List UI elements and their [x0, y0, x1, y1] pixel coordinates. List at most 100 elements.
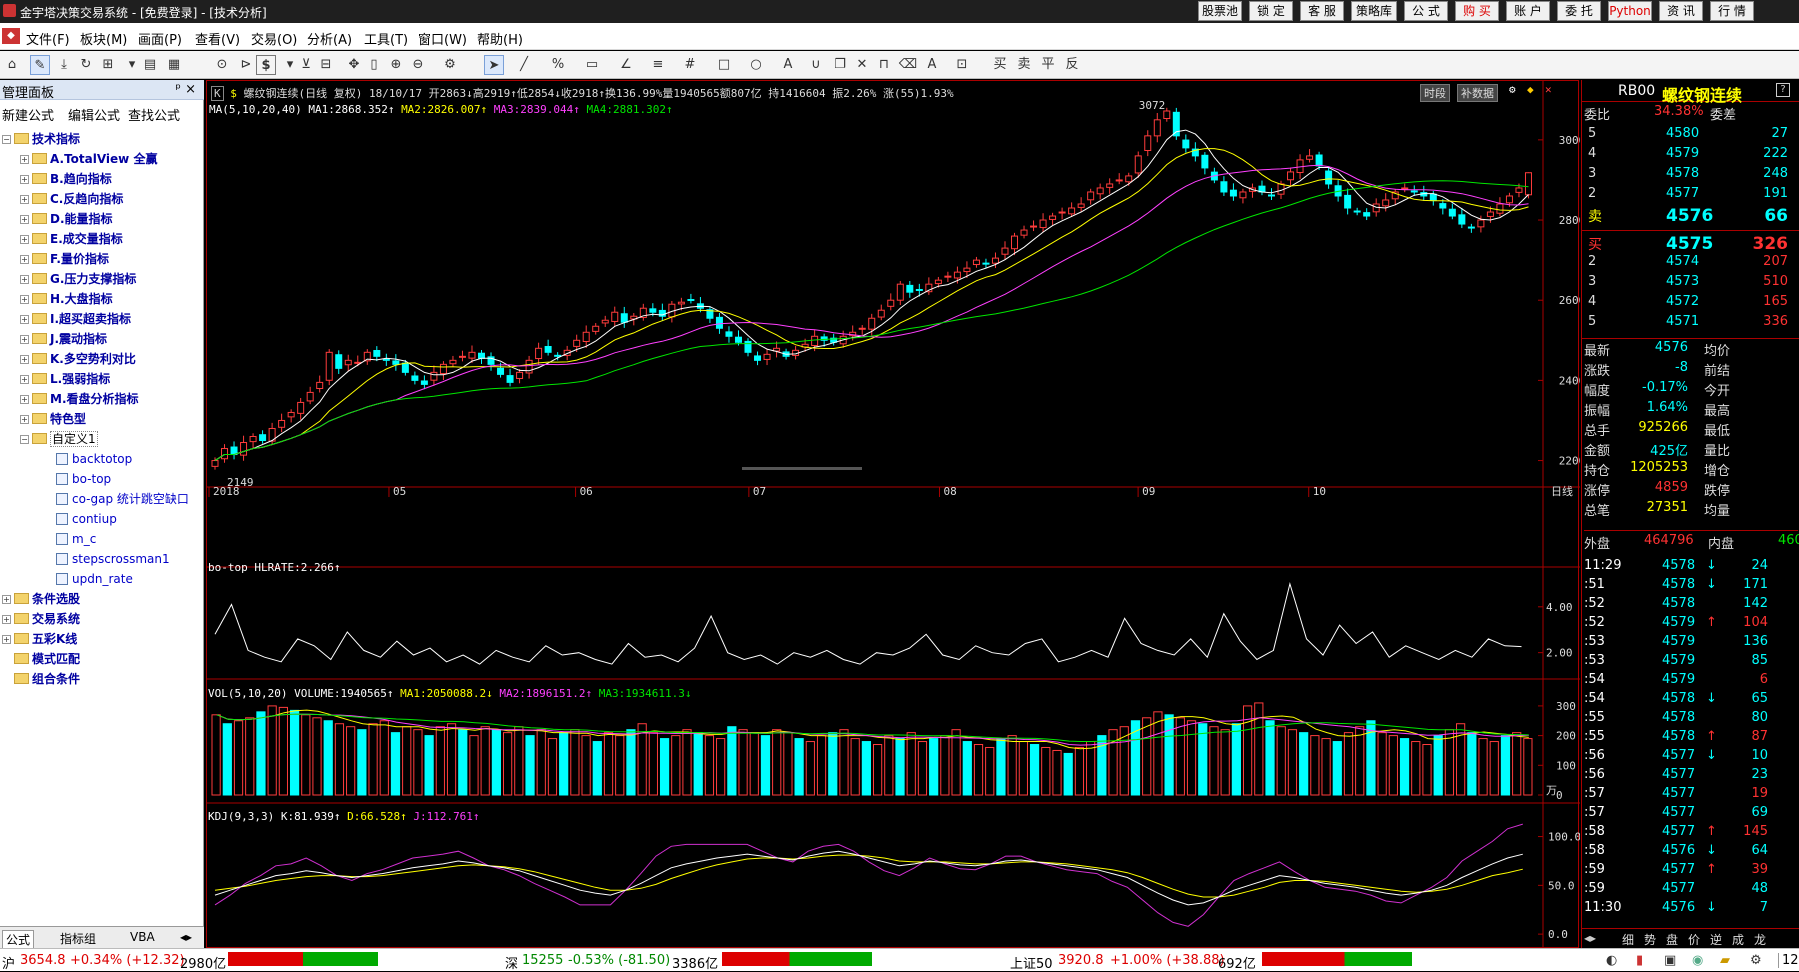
tree-node-technical[interactable]: − 技术指标 [2, 130, 80, 148]
tree-group[interactable]: + G.压力支撑指标 [20, 270, 136, 288]
account-button[interactable]: 账 户 [1506, 1, 1550, 21]
lock-button[interactable]: 锁 定 [1249, 1, 1293, 21]
channel-tool-icon[interactable]: ▭ [582, 55, 602, 75]
stock-pool-button[interactable]: 股票池 [1198, 1, 1242, 21]
zoom-out-icon[interactable]: ⊖ [408, 55, 428, 75]
download-icon[interactable]: ⤓ [54, 55, 74, 75]
delete-icon[interactable]: ✕ [852, 55, 872, 75]
quote-tab[interactable]: 细 [1622, 931, 1634, 948]
news-button[interactable]: 资 讯 [1659, 1, 1703, 21]
tree-group[interactable]: + E.成交量指标 [20, 230, 123, 248]
formula-button[interactable]: 公 式 [1404, 1, 1448, 21]
grid-tool-icon[interactable]: # [680, 55, 700, 75]
sell-level[interactable]: 3 4578 248 [1584, 166, 1798, 185]
menu-sector[interactable]: 板块(M) [80, 29, 127, 48]
fib-tool-icon[interactable]: ≡ [648, 55, 668, 75]
settings-icon[interactable]: ⚙ [440, 55, 460, 75]
tab-scroll-icon[interactable]: ◂▸ [180, 930, 192, 944]
system-menu-icon[interactable]: ◆ [2, 28, 20, 44]
buy-level[interactable]: 2 4574 207 [1584, 254, 1798, 273]
tree-node-screening[interactable]: + 条件选股 [2, 590, 80, 608]
tree-group[interactable]: + J.震动指标 [20, 330, 107, 348]
tree-formula-item[interactable]: m_c [56, 530, 96, 548]
lock-icon[interactable]: ⊓ [874, 55, 894, 75]
menu-trade[interactable]: 交易(O) [251, 29, 297, 48]
tree-formula-item[interactable]: backtotop [56, 450, 132, 468]
tree-group[interactable]: + D.能量指标 [20, 210, 113, 228]
menu-view[interactable]: 查看(V) [195, 29, 240, 48]
tray-icon[interactable]: ▣ [1664, 953, 1676, 968]
menu-window[interactable]: 窗口(W) [418, 29, 467, 48]
grid-layout-icon[interactable]: ⊞ [98, 55, 118, 75]
tree-node-combo[interactable]: +组合条件 [2, 670, 80, 688]
forward-icon[interactable]: ⊳ [236, 55, 256, 75]
tree-formula-item[interactable]: co-gap 统计跳空缺口 [56, 490, 189, 508]
tree-node-trading-system[interactable]: + 交易系统 [2, 610, 80, 628]
edit-formula-button[interactable]: 编辑公式 [68, 105, 120, 124]
flat-flag-icon[interactable]: 平 [1038, 55, 1058, 75]
copy-icon[interactable]: ❐ [830, 55, 850, 75]
tray-icon[interactable]: ◉ [1692, 953, 1703, 968]
tray-icon[interactable]: ⚙ [1750, 953, 1762, 968]
menu-view-pane[interactable]: 画面(P) [138, 29, 182, 48]
magnet-icon[interactable]: ∪ [806, 55, 826, 75]
tab-formula[interactable]: 公式 [2, 930, 35, 949]
sell-level[interactable]: 2 4577 191 [1584, 186, 1798, 205]
tree-group[interactable]: + H.大盘指标 [20, 290, 113, 308]
menu-file[interactable]: 文件(F) [26, 29, 70, 48]
menu-tools[interactable]: 工具(T) [364, 29, 408, 48]
service-button[interactable]: 客 服 [1300, 1, 1344, 21]
play-icon[interactable]: ⊙ [212, 55, 232, 75]
tree-group[interactable]: + M.看盘分析指标 [20, 390, 139, 408]
buy-level[interactable]: 5 4571 336 [1584, 314, 1798, 333]
refresh-icon[interactable]: ↻ [76, 55, 96, 75]
move-icon[interactable]: ✥ [344, 55, 364, 75]
entrust-button[interactable]: 委 托 [1557, 1, 1601, 21]
draw-tool-icon[interactable]: ✎ [30, 55, 50, 75]
table-icon[interactable]: ⊟ [316, 55, 336, 75]
tree-group[interactable]: + L.强弱指标 [20, 370, 110, 388]
angle-tool-icon[interactable]: ∠ [616, 55, 636, 75]
find-formula-button[interactable]: 查找公式 [128, 105, 180, 124]
bars-icon[interactable]: ▯ [364, 55, 384, 75]
quote-help-icon[interactable]: ? [1776, 83, 1790, 97]
tree-group[interactable]: + A.TotalView 全赢 [20, 150, 157, 168]
line-tool-icon[interactable]: ╱ [514, 55, 534, 75]
tab-indicator-group[interactable]: 指标组 [60, 930, 96, 947]
tree-formula-item[interactable]: bo-top [56, 470, 111, 488]
text-tool-icon[interactable]: A [778, 55, 798, 75]
buy-level[interactable]: 买 4575 326 [1584, 234, 1798, 254]
dollar-icon[interactable]: $ [256, 55, 276, 75]
strategy-library-button[interactable]: 策略库 [1351, 1, 1397, 21]
quote-tab[interactable]: 价 [1688, 931, 1700, 948]
tray-icon[interactable]: ◐ [1606, 953, 1617, 968]
chart-area[interactable]: K $ 螺纹钢连续(日线 复权) 18/10/17 开2863↓高2919↑低2… [206, 80, 1580, 949]
color-icon[interactable]: A [922, 55, 942, 75]
market-button[interactable]: 行 情 [1710, 1, 1754, 21]
pointer-icon[interactable]: ➤ [484, 55, 504, 75]
tray-icon[interactable]: ▮ [1636, 953, 1643, 968]
dropdown-icon[interactable]: ▾ [122, 55, 142, 75]
tree-formula-item[interactable]: stepscrossman1 [56, 550, 170, 568]
panel-pin-close-icon[interactable]: ᵖ × [175, 82, 196, 97]
menu-analysis[interactable]: 分析(A) [307, 29, 352, 48]
rect-tool-icon[interactable]: □ [714, 55, 734, 75]
quote-tab[interactable]: 逆 [1710, 931, 1722, 948]
tree-group[interactable]: + B.趋向指标 [20, 170, 112, 188]
menu-help[interactable]: 帮助(H) [477, 29, 523, 48]
tree-formula-item[interactable]: updn_rate [56, 570, 133, 588]
buy-level[interactable]: 3 4573 510 [1584, 274, 1798, 293]
ellipse-tool-icon[interactable]: ○ [746, 55, 766, 75]
quote-tab[interactable]: 势 [1644, 931, 1656, 948]
buy-level[interactable]: 4 4572 165 [1584, 294, 1798, 313]
tab-vba[interactable]: VBA [130, 930, 155, 944]
quote-tab[interactable]: 盘 [1666, 931, 1678, 948]
reverse-flag-icon[interactable]: 反 [1062, 55, 1082, 75]
buy-button[interactable]: 购 买 [1455, 1, 1499, 21]
quote-tab[interactable]: 成 [1732, 931, 1744, 948]
percent-tool-icon[interactable]: % [548, 55, 568, 75]
sell-level[interactable]: 卖 4576 66 [1584, 206, 1798, 226]
tree-node-pattern[interactable]: +模式匹配 [2, 650, 80, 668]
tree-group[interactable]: + 特色型 [20, 410, 86, 428]
tree-group[interactable]: + F.量价指标 [20, 250, 109, 268]
